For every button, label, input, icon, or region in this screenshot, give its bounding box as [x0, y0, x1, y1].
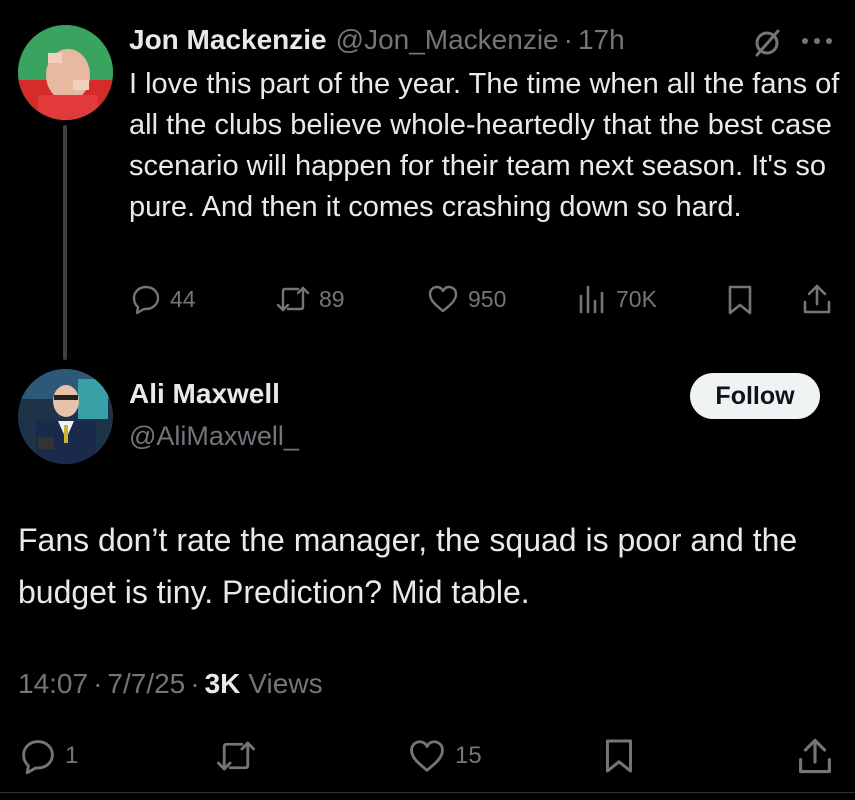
author-handle[interactable]: @Jon_Mackenzie [336, 24, 559, 56]
views-label: Views [248, 668, 323, 699]
avatar-ali-maxwell[interactable] [18, 369, 113, 464]
views-button[interactable]: 70K [577, 284, 657, 314]
tweet-time[interactable]: 17h [578, 24, 625, 56]
share-icon[interactable] [797, 736, 833, 776]
repost-icon [216, 741, 256, 771]
like-icon [428, 285, 458, 313]
bookmark-icon[interactable] [604, 736, 634, 776]
tweet-time[interactable]: 14:07 [18, 668, 88, 700]
author-handle[interactable]: @AliMaxwell_ [129, 421, 299, 452]
reply-button[interactable]: 44 [131, 284, 196, 314]
separator-dot: · [190, 668, 200, 699]
author-name[interactable]: Jon Mackenzie [129, 24, 327, 56]
like-button[interactable]: 950 [427, 284, 506, 314]
tweet-meta: 14:07 · 7/7/25 · 3K Views [18, 668, 323, 700]
avatar-jon-mackenzie[interactable] [18, 25, 113, 120]
repost-icon [276, 286, 310, 312]
views-icon [579, 285, 604, 314]
repost-button[interactable] [216, 738, 256, 774]
grok-icon[interactable] [752, 28, 782, 58]
like-icon [410, 740, 444, 772]
main-tweet-text: Fans don’t rate the manager, the squad i… [18, 522, 798, 610]
separator-dot: · [93, 668, 103, 699]
tweet-date[interactable]: 7/7/25 [107, 668, 185, 700]
divider [0, 792, 855, 793]
like-button[interactable]: 15 [408, 738, 482, 774]
like-count: 15 [455, 742, 482, 769]
author-name[interactable]: Ali Maxwell [129, 378, 280, 410]
reply-count: 44 [170, 285, 196, 312]
share-icon[interactable] [802, 283, 832, 315]
thread-connector-line [63, 125, 67, 360]
more-icon[interactable] [800, 36, 834, 46]
views-count: 70K [616, 285, 657, 312]
reply-count: 1 [65, 742, 79, 769]
reply-icon [22, 740, 54, 774]
bookmark-icon[interactable] [727, 284, 753, 316]
reply-icon [132, 285, 160, 314]
follow-button[interactable]: Follow [690, 373, 820, 419]
separator-dot: · [563, 24, 573, 55]
reply-button[interactable]: 1 [20, 738, 78, 774]
parent-tweet-text: I love this part of the year. The time w… [129, 68, 840, 223]
repost-button[interactable]: 89 [276, 284, 345, 314]
views-count[interactable]: 3K [205, 668, 241, 700]
parent-tweet-header: Jon Mackenzie @Jon_Mackenzie · 17h [129, 20, 625, 60]
repost-count: 89 [319, 285, 345, 312]
like-count: 950 [468, 285, 507, 312]
